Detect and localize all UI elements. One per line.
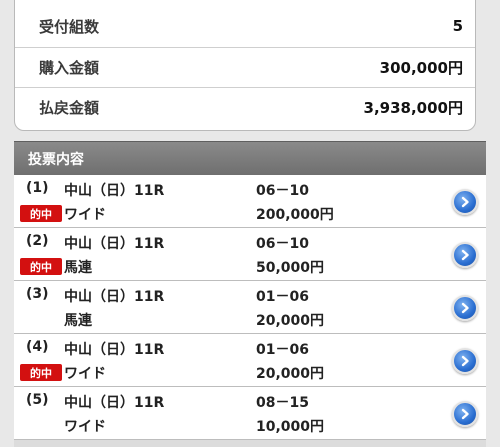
bet-type: ワイド: [64, 419, 106, 435]
race-name: 中山（日）11R: [64, 289, 165, 305]
bet-row[interactable]: (1) 中山（日）11R 06－10 的中 ワイド 200,000円: [14, 175, 486, 228]
bet-number: (2): [26, 233, 49, 249]
bet-combination: 08－15: [256, 395, 309, 411]
summary-card: 受付組数 5 購入金額 300,000円 払戻金額 3,938,000円: [14, 0, 476, 131]
hit-badge: 的中: [20, 258, 62, 275]
bet-number: (3): [26, 286, 49, 302]
race-name: 中山（日）11R: [64, 236, 165, 252]
bet-amount: 20,000円: [256, 313, 325, 329]
chevron-right-circle-icon[interactable]: [452, 401, 478, 427]
bet-number: (4): [26, 339, 49, 355]
hit-badge: 的中: [20, 205, 62, 222]
chevron-right-circle-icon[interactable]: [452, 189, 478, 215]
bet-type: 馬連: [64, 260, 92, 276]
bet-number: (5): [26, 392, 49, 408]
bet-row[interactable]: (4) 中山（日）11R 01－06 的中 ワイド 20,000円: [14, 334, 486, 387]
race-name: 中山（日）11R: [64, 395, 165, 411]
count-label: 受付組数: [39, 17, 100, 36]
count-value: 5: [452, 17, 463, 35]
chevron-right-circle-icon[interactable]: [452, 348, 478, 374]
summary-row-count: 受付組数 5: [15, 7, 475, 45]
bet-row[interactable]: (2) 中山（日）11R 06－10 的中 馬連 50,000円: [14, 228, 486, 281]
bet-amount: 50,000円: [256, 260, 325, 276]
summary-row-purchase: 購入金額 300,000円: [15, 48, 475, 86]
list-bottom-edge: [14, 440, 486, 447]
bet-combination: 06－10: [256, 183, 309, 199]
chevron-right-circle-icon[interactable]: [452, 242, 478, 268]
bet-type: ワイド: [64, 366, 106, 382]
bet-type: 馬連: [64, 313, 92, 329]
payout-label: 払戻金額: [39, 98, 100, 117]
bet-amount: 20,000円: [256, 366, 325, 382]
payout-value: 3,938,000円: [363, 98, 463, 117]
section-header: 投票内容: [14, 141, 486, 175]
bet-list: (1) 中山（日）11R 06－10 的中 ワイド 200,000円 (2) 中…: [14, 175, 486, 440]
bet-combination: 01－06: [256, 289, 309, 305]
purchase-label: 購入金額: [39, 58, 100, 77]
hit-badge: 的中: [20, 364, 62, 381]
bet-row[interactable]: (5) 中山（日）11R 08－15 ワイド 10,000円: [14, 387, 486, 440]
purchase-value: 300,000円: [379, 58, 463, 77]
summary-row-payout: 払戻金額 3,938,000円: [15, 88, 475, 126]
bet-row[interactable]: (3) 中山（日）11R 01－06 馬連 20,000円: [14, 281, 486, 334]
bet-combination: 01－06: [256, 342, 309, 358]
race-name: 中山（日）11R: [64, 183, 165, 199]
chevron-right-circle-icon[interactable]: [452, 295, 478, 321]
bet-type: ワイド: [64, 207, 106, 223]
bet-amount: 200,000円: [256, 207, 334, 223]
race-name: 中山（日）11R: [64, 342, 165, 358]
bet-number: (1): [26, 180, 49, 196]
bet-combination: 06－10: [256, 236, 309, 252]
bet-amount: 10,000円: [256, 419, 325, 435]
